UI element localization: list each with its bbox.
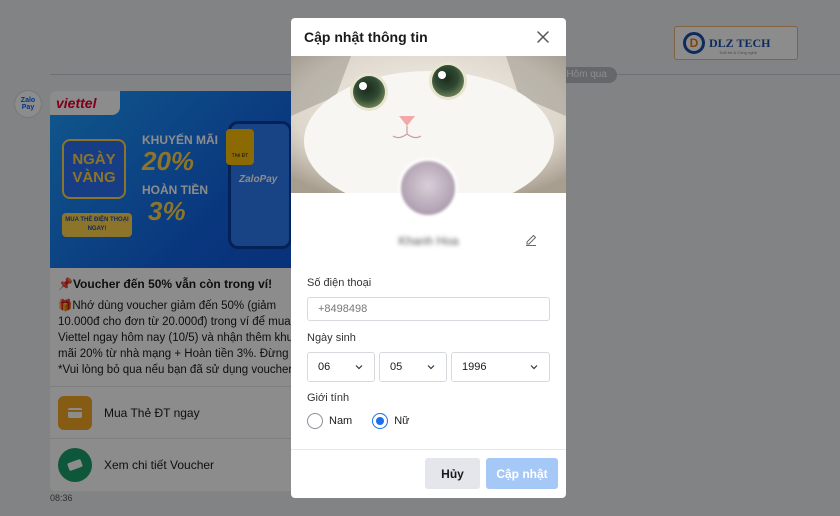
gender-male-radio[interactable] [307, 413, 323, 429]
close-icon [537, 31, 549, 43]
chevron-down-icon [355, 365, 363, 370]
gender-female-radio[interactable] [372, 413, 389, 429]
pencil-icon [526, 234, 537, 246]
phone-label: Số điện thoại [307, 277, 372, 289]
dob-year-select[interactable]: 1996 [451, 352, 550, 382]
modal-title: Cập nhật thông tin [304, 29, 428, 45]
phone-input[interactable]: +8498498 [307, 297, 550, 321]
edit-name-button[interactable] [524, 233, 540, 249]
gender-label: Giới tính [307, 392, 350, 404]
gender-options: Nam Nữ [307, 413, 410, 429]
cancel-button[interactable]: Hủy [425, 458, 480, 489]
dob-year-value: 1996 [462, 361, 487, 373]
dob-label: Ngày sinh [307, 332, 356, 344]
chevron-down-icon [427, 365, 435, 370]
dob-day-value: 06 [318, 361, 331, 373]
modal-header: Cập nhật thông tin [291, 18, 566, 56]
dob-month-value: 05 [390, 361, 403, 373]
close-button[interactable] [533, 27, 553, 47]
footer-divider [291, 449, 566, 450]
chevron-down-icon [530, 365, 538, 370]
profile-avatar[interactable] [398, 158, 458, 218]
gender-male-label[interactable]: Nam [329, 415, 352, 427]
gender-female-label[interactable]: Nữ [394, 415, 409, 427]
update-info-modal: Cập nhật thông tin Khanh Hoa Số điện tho… [291, 18, 566, 498]
dob-day-select[interactable]: 06 [307, 352, 375, 382]
dob-month-select[interactable]: 05 [379, 352, 447, 382]
update-button[interactable]: Cập nhật [486, 458, 558, 489]
